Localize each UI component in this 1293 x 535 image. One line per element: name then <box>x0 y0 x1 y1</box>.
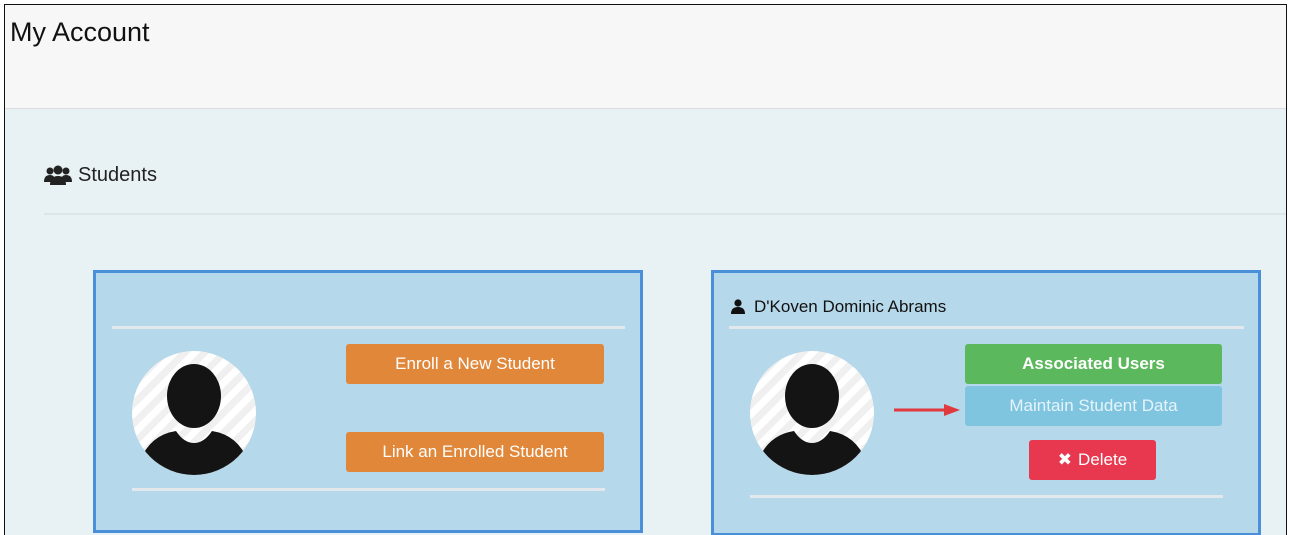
avatar-placeholder-icon <box>132 351 256 475</box>
student-name: D'Koven Dominic Abrams <box>754 297 947 316</box>
red-arrow-icon <box>894 404 960 416</box>
card-divider-top <box>729 326 1244 329</box>
enroll-student-card: Enroll a New Student Link an Enrolled St… <box>93 270 643 533</box>
delete-label: Delete <box>1078 450 1128 469</box>
enroll-new-student-button[interactable]: Enroll a New Student <box>346 344 604 384</box>
delete-button[interactable]: ✖ Delete <box>1029 440 1156 480</box>
page-header: My Account <box>5 5 1286 109</box>
student-card: D'Koven Dominic Abrams Associated Users … <box>711 270 1261 535</box>
link-enrolled-student-button[interactable]: Link an Enrolled Student <box>346 432 604 472</box>
card-divider-top <box>112 326 625 329</box>
section-divider <box>44 213 1286 215</box>
card-divider-bottom <box>132 488 605 491</box>
page-frame: My Account Students Enroll a New Student <box>4 4 1287 535</box>
card-divider-bottom <box>750 495 1223 498</box>
user-icon <box>731 299 745 314</box>
maintain-student-data-button[interactable]: Maintain Student Data <box>965 386 1222 426</box>
page-title: My Account <box>10 17 150 47</box>
associated-users-button[interactable]: Associated Users <box>965 344 1222 384</box>
avatar-placeholder-icon <box>750 351 874 475</box>
section-title: Students <box>78 164 157 186</box>
close-icon: ✖ <box>1057 450 1073 469</box>
users-icon <box>44 165 72 185</box>
